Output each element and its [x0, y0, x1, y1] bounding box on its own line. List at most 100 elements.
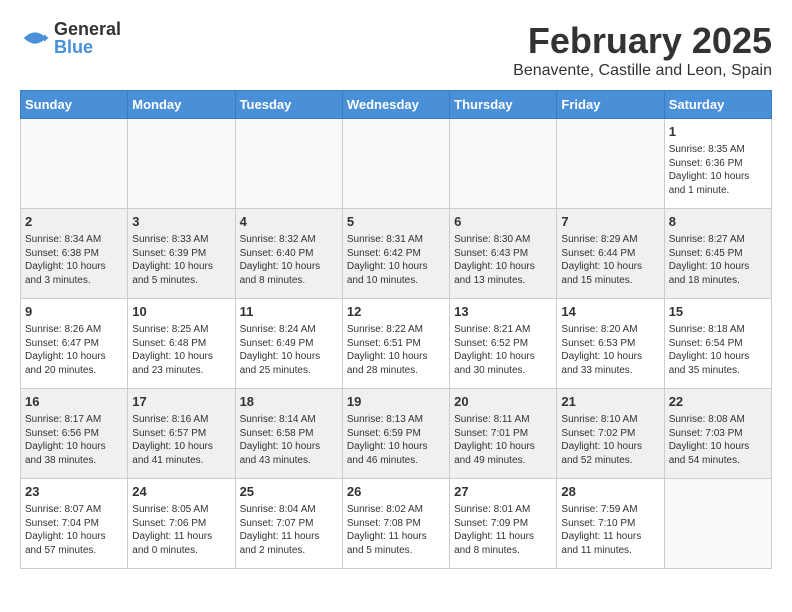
- calendar-day-cell: 4Sunrise: 8:32 AM Sunset: 6:40 PM Daylig…: [235, 209, 342, 299]
- day-number: 10: [132, 303, 230, 321]
- calendar-week-row: 16 Sunrise: 8:17 AM Sunset: 6:56 PM Dayli…: [21, 389, 772, 479]
- day-info: Sunrise: 8:20 AM Sunset: 6:53 PM Dayligh…: [561, 323, 659, 377]
- day-info: Sunrise: 8:34 AM Sunset: 6:38 PM Dayligh…: [25, 233, 123, 287]
- calendar-day-cell: 8 Sunrise: 8:27 AM Sunset: 6:45 PM Daylig…: [664, 209, 771, 299]
- calendar-header-cell: Thursday: [450, 91, 557, 119]
- calendar-week-row: 2 Sunrise: 8:34 AM Sunset: 6:38 PM Daylig…: [21, 209, 772, 299]
- calendar-table: SundayMondayTuesdayWednesdayThursdayFrid…: [20, 90, 772, 569]
- day-number: 2: [25, 213, 123, 231]
- day-info: Sunrise: 8:33 AM Sunset: 6:39 PM Dayligh…: [132, 233, 230, 287]
- month-title: February 2025: [513, 20, 772, 62]
- day-info: Sunrise: 8:31 AM Sunset: 6:42 PM Dayligh…: [347, 233, 445, 287]
- day-info: Sunrise: 7:59 AM Sunset: 7:10 PM Dayligh…: [561, 503, 659, 557]
- calendar-week-row: 9 Sunrise: 8:26 AM Sunset: 6:47 PM Daylig…: [21, 299, 772, 389]
- calendar-day-cell: 5 Sunrise: 8:31 AM Sunset: 6:42 PM Daylig…: [342, 209, 449, 299]
- day-number: 22: [669, 393, 767, 411]
- calendar-day-cell: 15 Sunrise: 8:18 AM Sunset: 6:54 PM Dayli…: [664, 299, 771, 389]
- logo-general: General: [54, 20, 121, 38]
- calendar-day-cell: 20 Sunrise: 8:11 AM Sunset: 7:01 PM Dayli…: [450, 389, 557, 479]
- day-info: Sunrise: 8:13 AM Sunset: 6:59 PM Dayligh…: [347, 413, 445, 467]
- day-number: 6: [454, 213, 552, 231]
- day-info: Sunrise: 8:29 AM Sunset: 6:44 PM Dayligh…: [561, 233, 659, 287]
- calendar-day-cell: 22 Sunrise: 8:08 AM Sunset: 7:03 PM Dayli…: [664, 389, 771, 479]
- day-info: Sunrise: 8:02 AM Sunset: 7:08 PM Dayligh…: [347, 503, 445, 557]
- day-info: Sunrise: 8:05 AM Sunset: 7:06 PM Dayligh…: [132, 503, 230, 557]
- day-number: 17: [132, 393, 230, 411]
- calendar-day-cell: 21 Sunrise: 8:10 AM Sunset: 7:02 PM Dayli…: [557, 389, 664, 479]
- day-info: Sunrise: 8:18 AM Sunset: 6:54 PM Dayligh…: [669, 323, 767, 377]
- day-number: 7: [561, 213, 659, 231]
- calendar-day-cell: 6 Sunrise: 8:30 AM Sunset: 6:43 PM Daylig…: [450, 209, 557, 299]
- day-number: 13: [454, 303, 552, 321]
- calendar-day-cell: 3 Sunrise: 8:33 AM Sunset: 6:39 PM Daylig…: [128, 209, 235, 299]
- day-info: Sunrise: 8:26 AM Sunset: 6:47 PM Dayligh…: [25, 323, 123, 377]
- page-header: General Blue February 2025 Benavente, Ca…: [20, 20, 772, 80]
- logo-blue: Blue: [54, 38, 121, 56]
- calendar-header-cell: Wednesday: [342, 91, 449, 119]
- day-info: Sunrise: 8:10 AM Sunset: 7:02 PM Dayligh…: [561, 413, 659, 467]
- calendar-day-cell: [664, 479, 771, 569]
- calendar-day-cell: 12Sunrise: 8:22 AM Sunset: 6:51 PM Dayli…: [342, 299, 449, 389]
- day-number: 20: [454, 393, 552, 411]
- day-info: Sunrise: 8:30 AM Sunset: 6:43 PM Dayligh…: [454, 233, 552, 287]
- calendar-day-cell: [21, 119, 128, 209]
- logo-icon: [20, 23, 50, 53]
- day-number: 5: [347, 213, 445, 231]
- calendar-day-cell: [128, 119, 235, 209]
- day-number: 3: [132, 213, 230, 231]
- logo: General Blue: [20, 20, 121, 56]
- day-info: Sunrise: 8:21 AM Sunset: 6:52 PM Dayligh…: [454, 323, 552, 377]
- day-number: 1: [669, 123, 767, 141]
- calendar-header-cell: Tuesday: [235, 91, 342, 119]
- day-info: Sunrise: 8:08 AM Sunset: 7:03 PM Dayligh…: [669, 413, 767, 467]
- calendar-day-cell: [342, 119, 449, 209]
- day-number: 26: [347, 483, 445, 501]
- calendar-day-cell: 14Sunrise: 8:20 AM Sunset: 6:53 PM Dayli…: [557, 299, 664, 389]
- calendar-day-cell: 18Sunrise: 8:14 AM Sunset: 6:58 PM Dayli…: [235, 389, 342, 479]
- calendar-day-cell: 10 Sunrise: 8:25 AM Sunset: 6:48 PM Dayli…: [128, 299, 235, 389]
- calendar-day-cell: 25 Sunrise: 8:04 AM Sunset: 7:07 PM Dayli…: [235, 479, 342, 569]
- calendar-day-cell: 9 Sunrise: 8:26 AM Sunset: 6:47 PM Daylig…: [21, 299, 128, 389]
- day-number: 25: [240, 483, 338, 501]
- day-number: 28: [561, 483, 659, 501]
- day-info: Sunrise: 8:04 AM Sunset: 7:07 PM Dayligh…: [240, 503, 338, 557]
- calendar-week-row: 1 Sunrise: 8:35 AM Sunset: 6:36 PM Daylig…: [21, 119, 772, 209]
- calendar-day-cell: 2 Sunrise: 8:34 AM Sunset: 6:38 PM Daylig…: [21, 209, 128, 299]
- title-section: February 2025 Benavente, Castille and Le…: [513, 20, 772, 80]
- day-number: 19: [347, 393, 445, 411]
- day-info: Sunrise: 8:35 AM Sunset: 6:36 PM Dayligh…: [669, 143, 767, 197]
- day-number: 21: [561, 393, 659, 411]
- location-title: Benavente, Castille and Leon, Spain: [513, 62, 772, 80]
- day-number: 16: [25, 393, 123, 411]
- calendar-day-cell: [235, 119, 342, 209]
- day-number: 24: [132, 483, 230, 501]
- calendar-week-row: 23 Sunrise: 8:07 AM Sunset: 7:04 PM Dayli…: [21, 479, 772, 569]
- day-info: Sunrise: 8:11 AM Sunset: 7:01 PM Dayligh…: [454, 413, 552, 467]
- calendar-day-cell: 27Sunrise: 8:01 AM Sunset: 7:09 PM Dayli…: [450, 479, 557, 569]
- calendar-day-cell: 13 Sunrise: 8:21 AM Sunset: 6:52 PM Dayli…: [450, 299, 557, 389]
- calendar-day-cell: 7 Sunrise: 8:29 AM Sunset: 6:44 PM Daylig…: [557, 209, 664, 299]
- calendar-header-cell: Friday: [557, 91, 664, 119]
- calendar-body: 1 Sunrise: 8:35 AM Sunset: 6:36 PM Daylig…: [21, 119, 772, 569]
- calendar-day-cell: 1 Sunrise: 8:35 AM Sunset: 6:36 PM Daylig…: [664, 119, 771, 209]
- calendar-day-cell: [557, 119, 664, 209]
- day-number: 23: [25, 483, 123, 501]
- day-info: Sunrise: 8:27 AM Sunset: 6:45 PM Dayligh…: [669, 233, 767, 287]
- calendar-header-row: SundayMondayTuesdayWednesdayThursdayFrid…: [21, 91, 772, 119]
- day-number: 8: [669, 213, 767, 231]
- calendar-day-cell: 19 Sunrise: 8:13 AM Sunset: 6:59 PM Dayli…: [342, 389, 449, 479]
- day-info: Sunrise: 8:07 AM Sunset: 7:04 PM Dayligh…: [25, 503, 123, 557]
- calendar-day-cell: 16 Sunrise: 8:17 AM Sunset: 6:56 PM Dayli…: [21, 389, 128, 479]
- day-number: 27: [454, 483, 552, 501]
- day-number: 15: [669, 303, 767, 321]
- day-number: 9: [25, 303, 123, 321]
- calendar-day-cell: [450, 119, 557, 209]
- calendar-day-cell: 28 Sunrise: 7:59 AM Sunset: 7:10 PM Dayli…: [557, 479, 664, 569]
- day-info: Sunrise: 8:17 AM Sunset: 6:56 PM Dayligh…: [25, 413, 123, 467]
- day-number: 18: [240, 393, 338, 411]
- calendar-header-cell: Saturday: [664, 91, 771, 119]
- calendar-day-cell: 26 Sunrise: 8:02 AM Sunset: 7:08 PM Dayli…: [342, 479, 449, 569]
- calendar-header-cell: Monday: [128, 91, 235, 119]
- day-info: Sunrise: 8:16 AM Sunset: 6:57 PM Dayligh…: [132, 413, 230, 467]
- day-info: Sunrise: 8:25 AM Sunset: 6:48 PM Dayligh…: [132, 323, 230, 377]
